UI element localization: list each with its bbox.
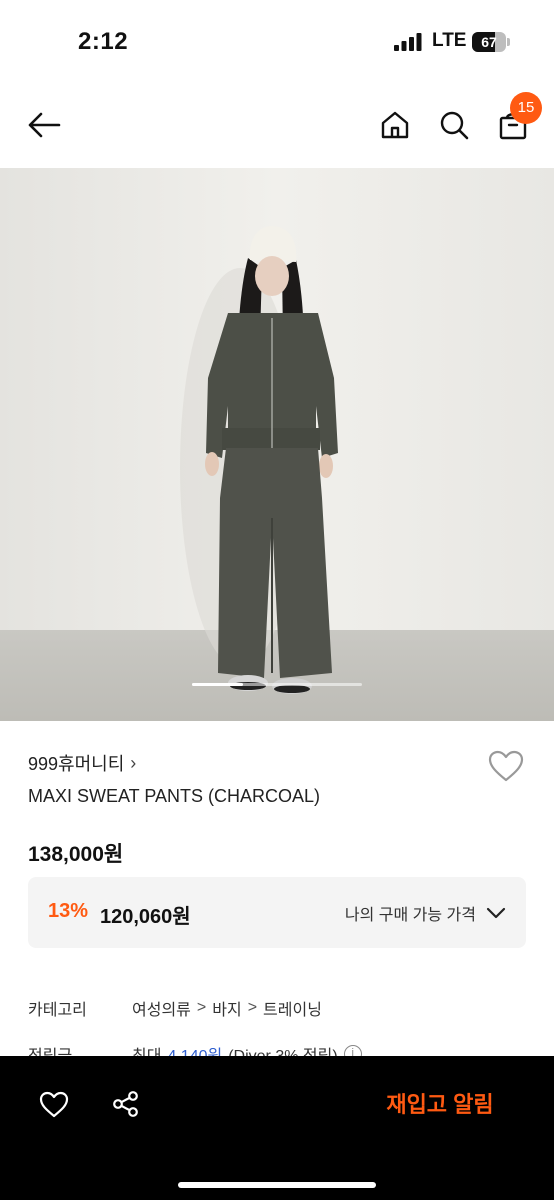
battery-level: 67 xyxy=(481,34,497,50)
status-bar: 2:12 LTE 67 xyxy=(0,0,554,84)
status-time: 2:12 xyxy=(78,28,129,55)
discount-rate: 13% xyxy=(48,900,89,922)
cart-count-badge: 15 xyxy=(510,92,542,124)
chevron-down-icon xyxy=(486,907,506,919)
product-photo xyxy=(0,168,554,721)
original-price: 138,000원 xyxy=(28,843,124,866)
search-button[interactable] xyxy=(434,105,474,145)
bottom-action-bar: 재입고 알림 xyxy=(0,1056,554,1200)
home-indicator xyxy=(178,1182,376,1188)
category-crumb[interactable]: 여성의류 xyxy=(132,996,191,1020)
back-button[interactable] xyxy=(24,105,64,145)
category-crumb[interactable]: 바지 xyxy=(212,996,241,1020)
restock-alert-button[interactable]: 재입고 알림 xyxy=(370,1084,510,1126)
top-nav-bar xyxy=(0,84,554,168)
product-name: MAXI SWEAT PANTS (CHARCOAL) xyxy=(28,786,321,806)
network-type: LTE xyxy=(432,30,467,51)
chevron-right-icon: › xyxy=(130,752,137,773)
sale-price: 120,060원 xyxy=(100,906,191,928)
slide-indicator-fill xyxy=(192,683,243,686)
like-button[interactable] xyxy=(486,746,526,786)
purchase-price-label: 나의 구매 가능 가격 xyxy=(344,907,476,924)
cellular-signal-icon xyxy=(394,33,422,51)
price-box: 13% 120,060원 나의 구매 가능 가격 xyxy=(28,877,526,948)
arrow-left-icon xyxy=(28,112,61,138)
brand-link[interactable]: 999휴머니티 › xyxy=(28,750,136,776)
brand-name: 999휴머니티 xyxy=(28,754,125,774)
search-icon xyxy=(440,111,469,140)
slide-indicator xyxy=(192,683,362,686)
chevron-right-icon: > xyxy=(196,999,207,1016)
chevron-right-icon: > xyxy=(247,999,258,1016)
category-crumb[interactable]: 트레이닝 xyxy=(263,996,322,1020)
share-icon xyxy=(113,1091,138,1117)
home-icon xyxy=(381,111,409,139)
category-breadcrumb: 여성의류 > 바지 > 트레이닝 xyxy=(132,996,322,1020)
heart-icon xyxy=(488,750,524,782)
wishlist-button[interactable] xyxy=(36,1086,72,1122)
share-button[interactable] xyxy=(108,1086,144,1122)
home-button[interactable] xyxy=(375,105,415,145)
battery-icon: 67 xyxy=(472,32,510,52)
product-image-gallery[interactable] xyxy=(0,168,554,721)
my-purchase-price-toggle[interactable]: 나의 구매 가능 가격 xyxy=(345,895,506,931)
heart-icon xyxy=(39,1091,69,1117)
category-label: 카테고리 xyxy=(28,1002,87,1019)
